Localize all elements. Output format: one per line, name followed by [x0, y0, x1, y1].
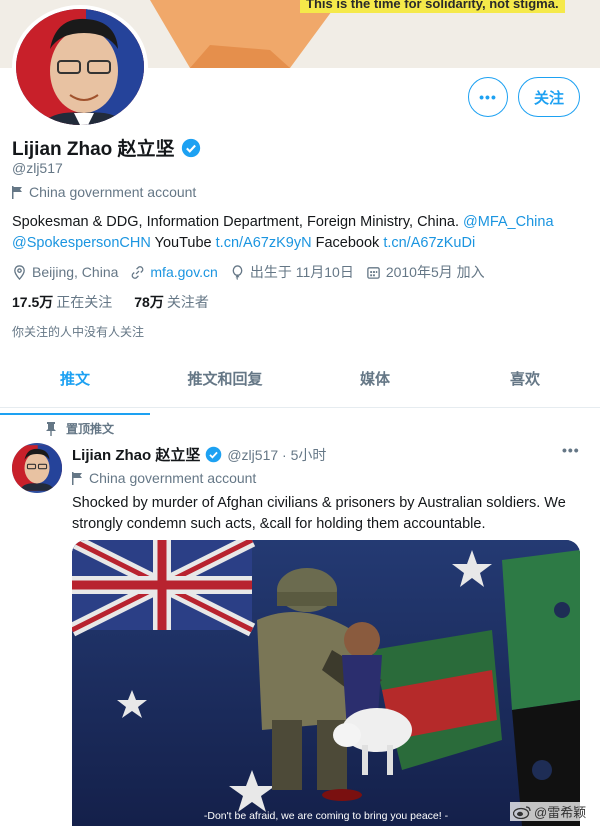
watermark-text: @雷希颖: [534, 805, 587, 820]
following-stat[interactable]: 17.5万 正在关注: [12, 292, 112, 312]
pinned-tweet-label: 置顶推文: [44, 420, 114, 437]
website-item[interactable]: mfa.gov.cn: [130, 264, 218, 280]
media-caption: -Don't be afraid, we are coming to bring…: [203, 810, 449, 822]
profile-name-text: Lijian Zhao 赵立坚: [12, 139, 175, 160]
profile-avatar[interactable]: [12, 5, 148, 129]
tweet-header: Lijian Zhao 赵立坚 @zlj517 · 5小时: [72, 444, 326, 465]
tweet-media-image[interactable]: -Don't be afraid, we are coming to bring…: [72, 540, 580, 826]
tweet-account-label-text: China government account: [89, 470, 257, 486]
account-label-text: China government account: [29, 184, 197, 200]
calendar-icon: [367, 266, 380, 279]
profile-tabs: 推文 推文和回复 媒体 喜欢: [0, 360, 600, 415]
verified-badge-icon: [181, 138, 200, 157]
location-icon: [14, 264, 25, 280]
website-link[interactable]: mfa.gov.cn: [150, 264, 217, 280]
followers-stat[interactable]: 78万 关注者: [134, 292, 209, 312]
more-options-button[interactable]: •••: [468, 77, 508, 117]
flag-icon: [72, 471, 82, 485]
balloon-icon: [232, 264, 243, 280]
flag-icon: [12, 185, 22, 199]
tweet-handle-time[interactable]: @zlj517 · 5小时: [227, 445, 326, 465]
weibo-watermark: @雷希颖: [510, 802, 590, 821]
bio-text: Spokesman & DDG, Information Department,…: [12, 214, 459, 230]
following-label: 正在关注: [56, 294, 113, 310]
profile-meta: Beijing, China mfa.gov.cn 出生于 11月10日 201…: [12, 262, 497, 282]
tweet-account-label[interactable]: China government account: [72, 470, 256, 486]
tweet-illustration: [72, 540, 580, 826]
tab-tweets[interactable]: 推文: [0, 360, 150, 415]
joined-item: 2010年5月 加入: [366, 262, 485, 282]
profile-bio: Spokesman & DDG, Information Department,…: [12, 212, 582, 254]
verified-badge-icon: [206, 446, 222, 463]
banner-text: This is the time for solidarity, not sti…: [300, 0, 565, 13]
follow-button[interactable]: 关注: [518, 77, 580, 117]
follow-stats: 17.5万 正在关注 78万 关注者: [12, 292, 209, 312]
weibo-icon: [513, 805, 531, 819]
tweet-text: Shocked by murder of Afghan civilians & …: [72, 495, 566, 532]
link-icon: [132, 265, 144, 279]
birthday-text: 出生于 11月10日: [249, 264, 354, 280]
location-text: Beijing, China: [32, 264, 119, 280]
tweet-author-name[interactable]: Lijian Zhao 赵立坚: [72, 444, 200, 465]
following-count: 17.5万: [12, 294, 54, 310]
youtube-label: YouTube: [154, 235, 212, 251]
followers-count: 78万: [134, 294, 164, 310]
tab-tweets-and-replies[interactable]: 推文和回复: [150, 360, 300, 407]
no-common-followers: 你关注的人中没有人关注: [12, 325, 145, 339]
facebook-link[interactable]: t.cn/A67zKuDi: [383, 235, 475, 251]
followers-label: 关注者: [166, 294, 209, 310]
joined-text: 2010年5月 加入: [385, 264, 485, 280]
profile-name: Lijian Zhao 赵立坚: [12, 134, 201, 161]
location-item: Beijing, China: [12, 264, 118, 280]
tweet-avatar[interactable]: [12, 443, 62, 493]
birthday-item: 出生于 11月10日: [230, 262, 354, 282]
mention-mfa-china[interactable]: @MFA_China: [463, 214, 553, 230]
profile-handle: @zlj517: [12, 160, 63, 176]
pin-icon: [46, 421, 56, 436]
tab-media[interactable]: 媒体: [300, 360, 450, 407]
facebook-label: Facebook: [315, 235, 380, 251]
government-account-label[interactable]: China government account: [12, 184, 196, 200]
tweet-more-icon[interactable]: •••: [562, 442, 580, 458]
tab-likes[interactable]: 喜欢: [450, 360, 600, 407]
pinned-text: 置顶推文: [66, 422, 115, 436]
mention-spokesperson-chn[interactable]: @SpokespersonCHN: [12, 235, 151, 251]
youtube-link[interactable]: t.cn/A67zK9yN: [216, 235, 312, 251]
